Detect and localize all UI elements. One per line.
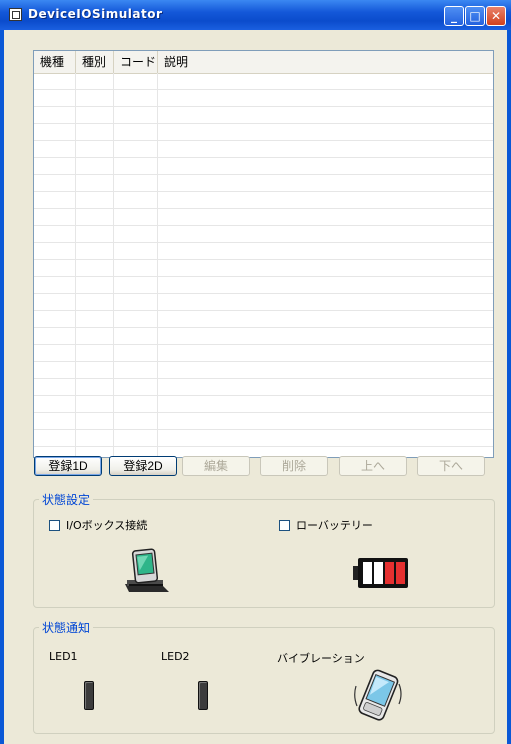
low-battery-label: ローバッテリー <box>296 519 373 532</box>
io-box-checkbox[interactable] <box>49 519 60 531</box>
list-header: 機種 種別 コード 説明 <box>34 51 493 74</box>
edit-button[interactable]: 編集 <box>182 456 250 476</box>
led2-label: LED2 <box>161 650 190 663</box>
state-notify-group <box>33 627 495 734</box>
io-box-connect-option[interactable]: I/Oボックス接続 <box>49 517 147 533</box>
vibration-label: バイブレーション <box>277 652 365 665</box>
led1-label: LED1 <box>49 650 78 663</box>
column-header-code[interactable]: コード <box>114 51 158 73</box>
move-up-button[interactable]: 上へ <box>339 456 407 476</box>
low-battery-option[interactable]: ローバッテリー <box>279 517 373 533</box>
move-down-button[interactable]: 下へ <box>417 456 485 476</box>
app-icon[interactable] <box>9 8 22 21</box>
client-area: 機種 種別 コード 説明 登録1D 登録2D 編集 削除 上へ 下へ 状態設定 … <box>4 30 507 744</box>
state-settings-title: 状態設定 <box>39 491 94 508</box>
maximize-button[interactable]: □ <box>465 6 485 26</box>
grid-line <box>113 73 114 457</box>
register-1d-button[interactable]: 登録1D <box>34 456 102 476</box>
battery-low-icon[interactable] <box>351 556 411 590</box>
register-2d-button[interactable]: 登録2D <box>109 456 177 476</box>
state-notify-title: 状態通知 <box>39 619 94 636</box>
code-list-view[interactable]: 機種 種別 コード 説明 <box>33 50 494 458</box>
grid-line <box>157 73 158 457</box>
grid-line <box>75 73 76 457</box>
led1-indicator <box>84 681 94 710</box>
io-box-label: I/Oボックス接続 <box>66 519 148 532</box>
column-header-description[interactable]: 説明 <box>158 51 493 73</box>
column-header-type[interactable]: 種別 <box>76 51 114 73</box>
window-title: DeviceIOSimulator <box>28 7 163 21</box>
led2-indicator <box>198 681 208 710</box>
column-header-model[interactable]: 機種 <box>34 51 76 73</box>
vibration-device-icon <box>354 669 402 721</box>
minimize-button[interactable]: _ <box>444 6 464 26</box>
low-battery-checkbox[interactable] <box>279 519 290 531</box>
delete-button[interactable]: 削除 <box>260 456 328 476</box>
state-settings-group <box>33 499 495 608</box>
list-rows-area[interactable] <box>34 73 493 457</box>
cradle-device-icon[interactable] <box>121 544 173 596</box>
close-button[interactable]: ✕ <box>486 6 506 26</box>
app-window: DeviceIOSimulator _ □ ✕ 機種 種別 コード 説明 登録1… <box>0 0 511 744</box>
title-bar[interactable]: DeviceIOSimulator _ □ ✕ <box>0 0 511 30</box>
